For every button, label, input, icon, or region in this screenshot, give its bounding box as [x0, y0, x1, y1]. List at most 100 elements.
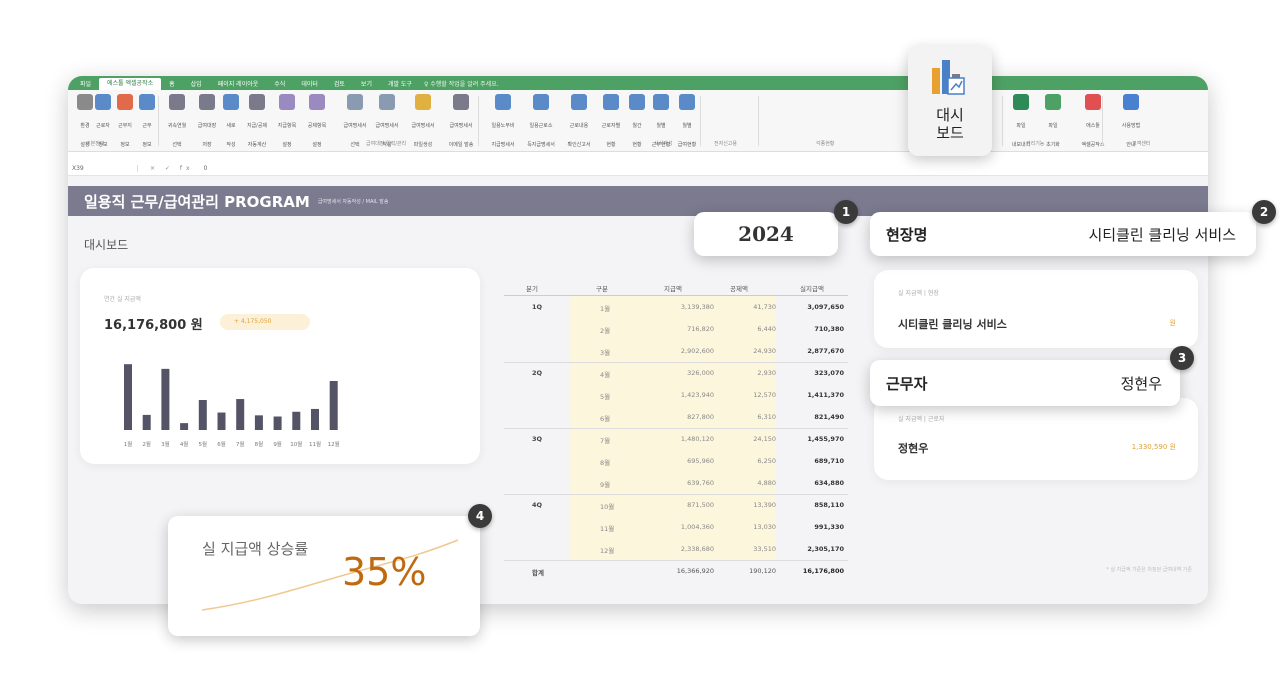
bar-10 — [292, 411, 301, 430]
table-cell: 8월 — [600, 459, 611, 467]
growth-rate-callout[interactable]: 실 지급액 상승률 35% — [168, 516, 480, 636]
x-tick-label: 7월 — [236, 440, 245, 448]
dashboard-button[interactable]: 대시 보드 — [908, 46, 992, 156]
formula-buttons[interactable]: × ✓ fx — [138, 165, 194, 172]
table-cell: 991,330 — [814, 523, 844, 531]
name-box[interactable]: X39 — [68, 165, 138, 172]
table-cell: 2,338,680 — [680, 545, 714, 553]
table-cell: 12,570 — [753, 391, 776, 399]
bar-4 — [180, 423, 189, 430]
table-cell: 323,070 — [814, 369, 844, 377]
ribbon-button-label: 지급/공제 자동계산 — [246, 123, 268, 148]
worker-pay-card: 실 지급액 | 근로자 정현우 1,330,590 원 — [874, 398, 1198, 480]
ribbon-button[interactable]: 급여대장 저장 — [194, 94, 220, 150]
table-cell: 2,305,170 — [807, 545, 844, 553]
table-cell: 326,000 — [687, 369, 714, 377]
stage: 파일 에스툴 엑셀공작소 홈 삽입 페이지 레이아웃 수식 데이터 검토 보기 개발 도구 ♀ 수행… — [0, 0, 1280, 696]
column-header: 구분 — [596, 285, 608, 293]
ribbon-button[interactable]: 지급/공제 자동계산 — [244, 94, 270, 150]
ribbon-button[interactable]: 월별 급여현황 — [674, 94, 700, 150]
ribbon-tab[interactable]: 에스툴 엑셀공작소 — [99, 78, 162, 90]
worker-pay-value: 1,330,590 원 — [1131, 443, 1176, 451]
formula-input[interactable]: 0 — [194, 165, 208, 172]
ribbon-button[interactable]: 근로자별 현황 — [598, 94, 624, 150]
ribbon-group-label: 기본정보 — [86, 141, 105, 147]
tell-me-search[interactable]: ♀ 수행할 작업을 알려 주세요. — [424, 79, 499, 88]
ribbon-button-label: 근무 정보 — [142, 123, 152, 148]
bar-3 — [161, 368, 170, 430]
column-header: 지급액 — [664, 285, 682, 293]
ribbon-tab[interactable]: 수식 — [266, 79, 293, 88]
bar-8 — [254, 415, 263, 430]
table-row: 12월 2,338,680 33,510 2,305,170 — [504, 538, 848, 560]
table-cell: 827,800 — [687, 413, 714, 421]
calendar-icon — [169, 94, 185, 110]
ribbon-button[interactable]: 근로내용 확인신고서 — [562, 94, 596, 150]
table-cell: 11월 — [600, 525, 615, 533]
table-row: 9월 639,760 4,880 634,880 — [504, 472, 848, 494]
ribbon-button[interactable]: 일용근로소 득지급명세서 — [524, 94, 558, 150]
bar-5 — [198, 400, 207, 430]
ribbon-tab[interactable]: 보기 — [353, 79, 380, 88]
column-header: 분기 — [526, 285, 538, 293]
ribbon-button[interactable]: 근무 정보 — [134, 94, 160, 150]
ribbon-tab[interactable]: 개발 도구 — [380, 79, 420, 88]
ribbon-button-label: 근무지 정보 — [118, 123, 132, 148]
table-cell: 1,480,120 — [680, 435, 714, 443]
table-cell: 13,390 — [753, 501, 776, 509]
table-cell: 1Q — [532, 303, 543, 311]
year-callout[interactable]: 2024 — [694, 212, 838, 256]
dashboard-button-line2: 보드 — [936, 124, 964, 142]
ribbon-button[interactable]: 급여명세서 이메일 발송 — [444, 94, 478, 150]
table-cell: 3월 — [600, 349, 611, 357]
ribbon-button[interactable]: 일용노무비 지급명세서 — [486, 94, 520, 150]
ribbon-tab[interactable]: 검토 — [326, 79, 353, 88]
ribbon-button[interactable]: 새로 작성 — [218, 94, 244, 150]
dashboard-label: 대시보드 — [84, 238, 129, 252]
x-tick-label: 5월 — [199, 440, 208, 448]
ribbon-button-label: 급여대장 저장 — [197, 123, 217, 148]
ribbon-tab[interactable]: 삽입 — [183, 79, 210, 88]
site-pay-card: 실 지급액 | 현장 시티클린 클리닝 서비스 원 — [874, 270, 1198, 348]
edit-icon — [279, 94, 295, 110]
ribbon-button[interactable]: 공제항목 설정 — [304, 94, 330, 150]
table-row: 3월 2,902,600 24,930 2,877,670 — [504, 340, 848, 362]
table-cell: 9월 — [600, 481, 611, 489]
ribbon-tab[interactable]: 파일 — [72, 79, 99, 88]
table-cell: 1,455,970 — [807, 435, 844, 443]
site-callout[interactable]: 현장명 시티클린 클리닝 서비스 — [870, 212, 1256, 256]
ribbon-group-label: 각종현황 — [816, 141, 835, 147]
table-row: 5월 1,423,940 12,570 1,411,370 — [504, 384, 848, 406]
worker-pay-label: 실 지급액 | 근로자 — [898, 416, 945, 423]
dashboard-button-line1: 대시 — [936, 106, 964, 124]
ribbon-button[interactable]: 지급항목 설정 — [274, 94, 300, 150]
table-cell: 3,139,380 — [680, 303, 714, 311]
ribbon-button[interactable]: 월간 현황 — [624, 94, 650, 150]
table-cell: 4,880 — [757, 479, 776, 487]
ribbon-group-label: 급여대장 입력/관리 — [366, 141, 407, 147]
grid-icon — [679, 94, 695, 110]
ribbon-button-label: 근로자별 현황 — [601, 123, 621, 148]
table-cell: 16,366,920 — [676, 567, 714, 575]
ribbon-button[interactable]: 급여명세서 파일생성 — [406, 94, 440, 150]
table-cell: 871,500 — [687, 501, 714, 509]
table-row: 11월 1,004,360 13,030 991,330 — [504, 516, 848, 538]
ribbon-tab-bar: 파일 에스툴 엑셀공작소 홈 삽입 페이지 레이아웃 수식 데이터 검토 보기 개발 도구 ♀ 수행… — [68, 76, 1208, 90]
calc-icon — [249, 94, 265, 110]
ribbon-tab[interactable]: 홈 — [161, 79, 183, 88]
bar-9 — [273, 416, 282, 430]
table-cell: 710,380 — [814, 325, 844, 333]
worker-callout[interactable]: 근무자 정현우 — [870, 360, 1180, 406]
table-cell: 634,880 — [814, 479, 844, 487]
x-tick-label: 11월 — [309, 440, 321, 448]
table-cell: 5월 — [600, 393, 611, 401]
ribbon-group-label: 전자신고용 — [714, 141, 738, 147]
table-cell: 2Q — [532, 369, 543, 377]
grid-icon — [653, 94, 669, 110]
table-cell: 12월 — [600, 547, 615, 555]
ribbon-tab[interactable]: 데이터 — [293, 79, 326, 88]
ribbon-group-label: 관리기능 — [1026, 141, 1045, 147]
x-tick-label: 12월 — [328, 440, 340, 448]
ribbon-tab[interactable]: 페이지 레이아웃 — [210, 79, 267, 88]
ribbon-button[interactable]: 귀속연월 선택 — [164, 94, 190, 150]
